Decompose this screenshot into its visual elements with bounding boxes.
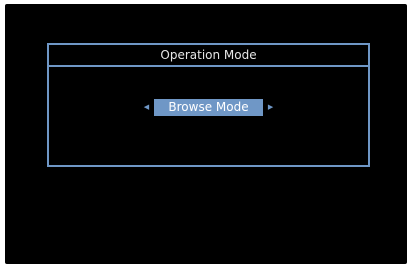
dialog-title: Operation Mode xyxy=(49,45,368,67)
operation-mode-dialog: Operation Mode ◀ Browse Mode ▶ xyxy=(47,43,370,167)
left-arrow-icon[interactable]: ◀ xyxy=(140,98,152,116)
right-arrow-icon[interactable]: ▶ xyxy=(265,98,277,116)
selected-mode-option[interactable]: Browse Mode xyxy=(154,98,263,116)
tv-screen: Operation Mode ◀ Browse Mode ▶ xyxy=(5,4,407,264)
mode-selector: ◀ Browse Mode ▶ xyxy=(49,98,368,116)
